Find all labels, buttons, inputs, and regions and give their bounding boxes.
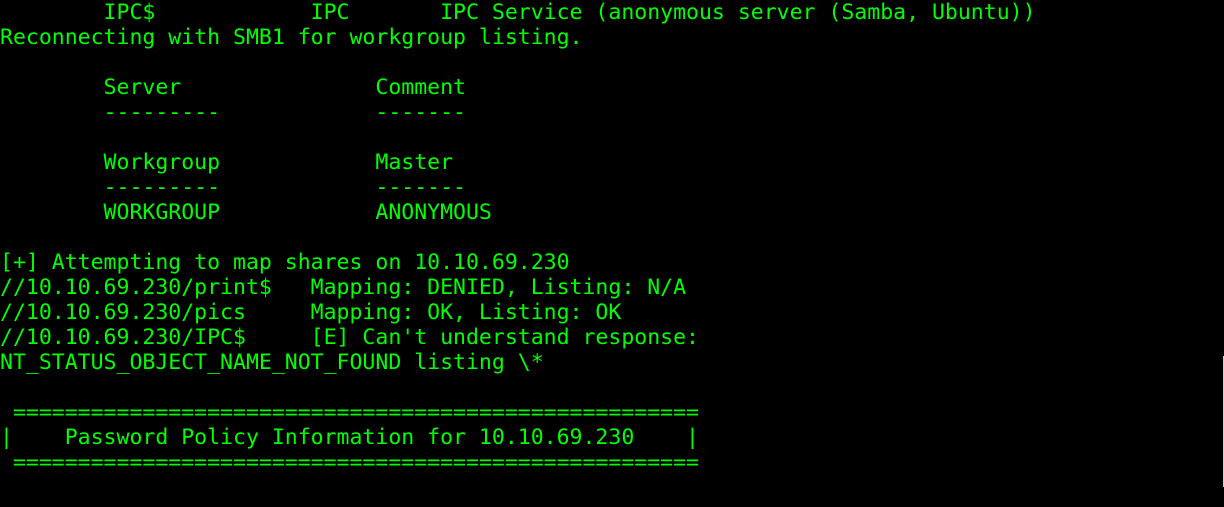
section-border-top: ========================================… [0, 400, 699, 425]
map-shares-message: [+] Attempting to map shares on 10.10.69… [0, 250, 570, 275]
reconnect-message: Reconnecting with SMB1 for workgroup lis… [0, 25, 583, 50]
section-border-bottom: ========================================… [0, 450, 699, 475]
workgroup-divider: --------- ------- [0, 175, 466, 200]
share-ipc-error: NT_STATUS_OBJECT_NAME_NOT_FOUND listing … [0, 350, 544, 375]
share-ipc-result: //10.10.69.230/IPC$ [E] Can't understand… [0, 325, 699, 350]
share-ipc-line: IPC$ IPC IPC Service (anonymous server (… [0, 0, 1036, 25]
terminal-output: IPC$ IPC IPC Service (anonymous server (… [0, 0, 1036, 500]
workgroup-header: Workgroup Master [0, 150, 454, 175]
terminal-window[interactable]: IPC$ IPC IPC Service (anonymous server (… [0, 0, 1224, 507]
server-header: Server Comment [0, 75, 466, 100]
share-print-result: //10.10.69.230/print$ Mapping: DENIED, L… [0, 275, 687, 300]
workgroup-row: WORKGROUP ANONYMOUS [0, 200, 492, 225]
section-title-password-policy: | Password Policy Information for 10.10.… [0, 425, 699, 450]
server-divider: --------- ------- [0, 100, 466, 125]
share-pics-result: //10.10.69.230/pics Mapping: OK, Listing… [0, 300, 622, 325]
